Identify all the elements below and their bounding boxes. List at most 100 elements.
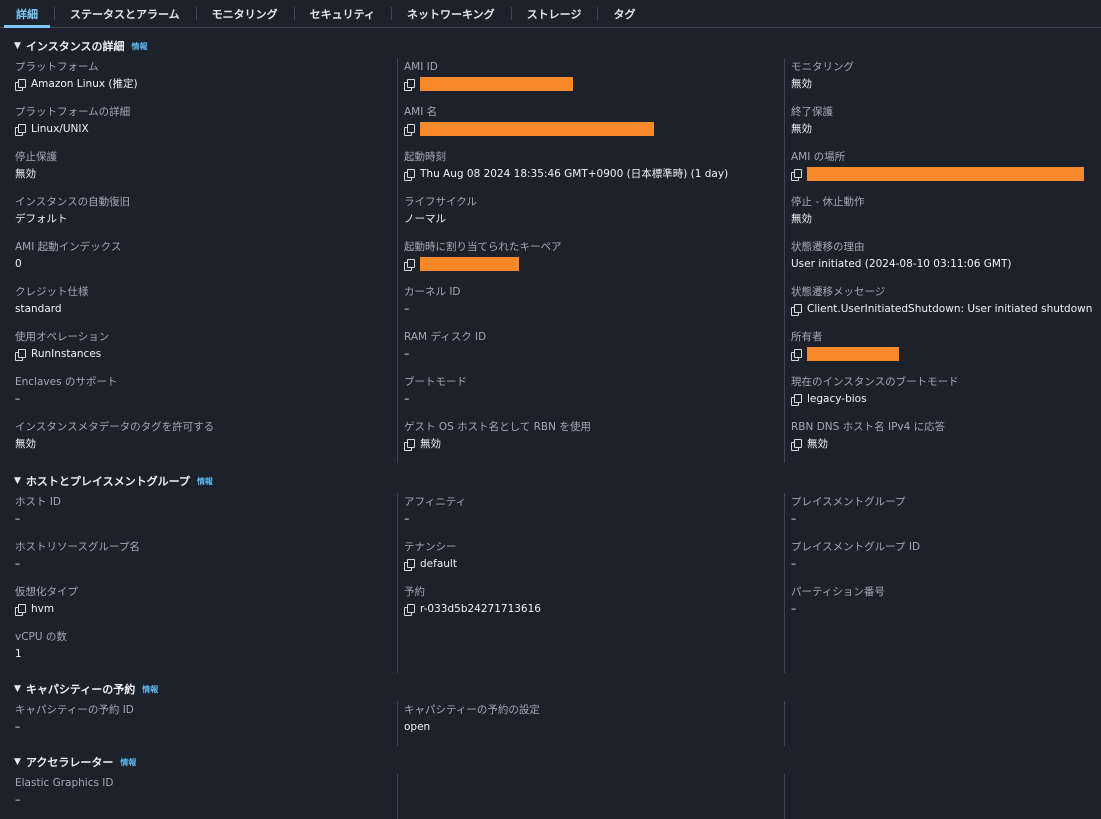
field-value: – [404,513,410,525]
field-value: デフォルト [15,213,68,225]
section-header-instance-details[interactable]: ▼ インスタンスの詳細 情報 [0,34,1101,58]
field-value-row: デフォルト [15,212,395,226]
section-header-host-placement[interactable]: ▼ ホストとプレイスメントグループ 情報 [0,469,1101,493]
detail-field: 所有者 [791,328,1101,373]
field-label: ライフサイクル [404,196,477,208]
field-value-row: – [15,392,395,406]
field-value: – [15,393,21,405]
detail-field: 予約 r-033d5b24271713616 [404,583,783,628]
field-value-row [404,77,783,91]
field-value: Amazon Linux (推定) [31,78,138,90]
field-label: 状態遷移メッセージ [791,286,886,298]
tab-monitoring[interactable]: モニタリング [195,0,294,27]
field-value: – [15,558,21,570]
field-value: r-033d5b24271713616 [420,603,541,615]
redacted-value [420,122,654,136]
field-value: 無効 [791,213,812,225]
section-header-capacity-reservation[interactable]: ▼ キャパシティーの予約 情報 [0,677,1101,701]
detail-field: 仮想化タイプ hvm [15,583,395,628]
section-title: キャパシティーの予約 [25,683,136,696]
copy-icon[interactable] [404,168,415,181]
field-label: プレイスメントグループ ID [791,541,921,553]
column-col3 [784,774,1101,819]
copy-icon[interactable] [404,258,415,271]
field-value: legacy-bios [807,393,867,405]
field-value-row: 無効 [15,167,395,181]
tab-tags[interactable]: タグ [597,0,651,27]
detail-field: 停止 - 休止動作 無効 [791,193,1101,238]
info-link[interactable]: 情報 [131,41,147,52]
field-value: – [791,513,797,525]
field-value: 1 [15,648,22,660]
field-label: RBN DNS ホスト名 IPv4 に応答 [791,421,946,433]
field-value-row: default [404,557,783,571]
field-value: 無効 [420,438,441,450]
field-label: 使用オペレーション [15,331,110,343]
copy-icon[interactable] [15,603,26,616]
caret-down-icon[interactable]: ▼ [14,41,21,51]
copy-icon[interactable] [15,348,26,361]
field-value: User initiated (2024-08-10 03:11:06 GMT) [791,258,1012,270]
field-value: – [404,303,410,315]
detail-field: カーネル ID – [404,283,783,328]
field-value: – [15,513,21,525]
section-header-accelerators[interactable]: ▼ アクセラレーター 情報 [0,750,1101,774]
column-col1: Elastic Graphics ID – [15,774,395,819]
field-value: – [404,348,410,360]
field-label: インスタンスメタデータのタグを許可する [15,421,215,433]
tab-details[interactable]: 詳細 [0,0,54,28]
copy-icon[interactable] [404,603,415,616]
copy-icon[interactable] [791,438,802,451]
section-capacity-reservation: ▼ キャパシティーの予約 情報 キャパシティーの予約 ID – キャパシティーの予約の設定… [0,677,1101,746]
tab-networking[interactable]: ネットワーキング [391,0,511,27]
copy-icon[interactable] [404,78,415,91]
field-label: 終了保護 [791,106,833,118]
field-label: 予約 [404,586,425,598]
detail-field: アフィニティ – [404,493,783,538]
field-value-row: – [404,302,783,316]
copy-icon[interactable] [791,393,802,406]
field-value: 無効 [791,78,812,90]
field-label: プラットフォームの詳細 [15,106,131,118]
field-label: パーティション番号 [791,586,885,598]
detail-field: プレイスメントグループ ID – [791,538,1101,583]
detail-field: AMI の場所 [791,148,1101,193]
info-link[interactable]: 情報 [142,684,158,695]
copy-icon[interactable] [791,168,802,181]
copy-icon[interactable] [15,123,26,136]
copy-icon[interactable] [791,303,802,316]
copy-icon[interactable] [404,558,415,571]
info-link[interactable]: 情報 [197,476,213,487]
field-value-row: open [404,720,783,734]
copy-icon[interactable] [404,438,415,451]
field-value: 無効 [791,123,812,135]
copy-icon[interactable] [15,78,26,91]
redacted-value [420,77,573,91]
field-label: ホスト ID [15,496,62,508]
field-value-row: hvm [15,602,395,616]
tab-storage[interactable]: ストレージ [510,0,598,27]
tab-security[interactable]: セキュリティ [293,0,391,27]
field-label: カーネル ID [404,286,461,298]
info-link[interactable]: 情報 [120,757,136,768]
caret-down-icon[interactable]: ▼ [14,757,21,767]
field-value-row: 無効 [791,122,1101,136]
field-value: 無効 [15,438,36,450]
field-value: 無効 [807,438,828,450]
copy-icon[interactable] [791,348,802,361]
field-value-row: r-033d5b24271713616 [404,602,783,616]
field-value-row: RunInstances [15,347,395,361]
redacted-value [807,167,1084,181]
field-grid: キャパシティーの予約 ID – キャパシティーの予約の設定 open [0,701,1101,746]
tab-status-alarms[interactable]: ステータスとアラーム [54,0,196,27]
field-value-row: – [15,512,395,526]
section-title: ホストとプレイスメントグループ [25,475,190,488]
copy-icon[interactable] [404,123,415,136]
detail-field: 現在のインスタンスのブートモード legacy-bios [791,373,1101,418]
caret-down-icon[interactable]: ▼ [14,684,21,694]
caret-down-icon[interactable]: ▼ [14,476,21,486]
column-col3: プレイスメントグループ – プレイスメントグループ ID – パーティション番号 – [784,493,1101,673]
field-label: キャパシティーの予約の設定 [404,704,540,716]
field-value-row: 1 [15,647,395,661]
field-value-row: – [15,793,395,807]
